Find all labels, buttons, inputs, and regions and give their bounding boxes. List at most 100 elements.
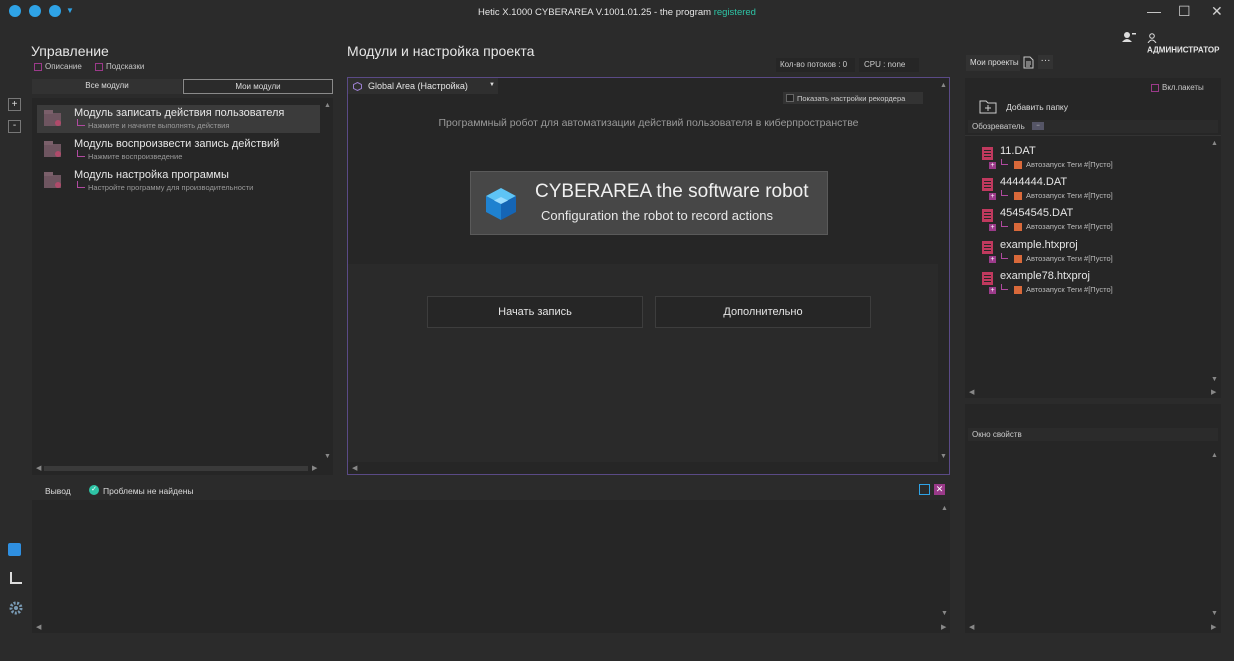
scroll-left-arrow[interactable]: ◀ (969, 389, 974, 396)
tree-branch (1001, 253, 1008, 259)
scroll-up-arrow[interactable]: ▲ (1211, 140, 1218, 147)
scroll-left-arrow[interactable]: ◀ (36, 624, 41, 631)
properties-header: Окно свойств (968, 428, 1218, 441)
project-name: 45454545.DAT (1000, 207, 1074, 219)
scroll-right-arrow[interactable]: ▶ (941, 624, 946, 631)
properties-label: Окно свойств (972, 430, 1022, 439)
threads-count: Кол-во потоков : 0 (776, 58, 855, 72)
scroll-right-arrow[interactable]: ▶ (312, 465, 317, 472)
add-folder-label: Добавить папку (1006, 101, 1068, 112)
scroll-right-arrow[interactable]: ▶ (1211, 624, 1216, 631)
zoom-out-button[interactable]: - (8, 120, 21, 133)
tree-branch (1001, 284, 1008, 290)
user-name: АДМИНИСТРАТОР (1147, 45, 1220, 55)
scroll-down-arrow[interactable]: ▼ (324, 453, 331, 460)
tab-all-modules[interactable]: Все модули (32, 79, 182, 94)
zoom-in-button[interactable]: + (8, 98, 21, 111)
tag-icon (1014, 223, 1022, 231)
center-title: Модули и настройка проекта (347, 43, 535, 59)
add-folder-button[interactable]: Добавить папку (979, 99, 1068, 114)
tab-my-projects[interactable]: Мои проекты (966, 55, 1020, 71)
tag-icon (1014, 286, 1022, 294)
tab-my-modules[interactable]: Мои модули (183, 79, 333, 94)
document-icon[interactable] (1023, 56, 1034, 72)
module-hint: Нажмите воспроизведение (88, 152, 183, 161)
properties-panel: Окно свойств ▲ ▼ ◀ ▶ (965, 404, 1221, 633)
banner-title: CYBERAREA the software robot (535, 181, 809, 202)
more-button[interactable]: Дополнительно (655, 296, 871, 328)
maximize-button[interactable]: ☐ (1178, 3, 1191, 20)
project-name: 4444444.DAT (1000, 176, 1068, 188)
module-title: Модуль воспроизвести запись действий (74, 138, 280, 150)
packages-option[interactable]: Вкл.пакеты (1151, 83, 1204, 92)
module-title: Модуль настройка программы (74, 169, 229, 181)
explorer-collapse-button[interactable]: − (1032, 122, 1044, 130)
user-settings-icon[interactable] (1122, 31, 1136, 46)
output-header: Вывод ✓ Проблемы не найдены ✕ (32, 480, 950, 500)
project-name: example78.htxproj (1000, 270, 1090, 282)
expand-button[interactable]: + (989, 256, 996, 263)
more-options-button[interactable]: ··· (1038, 55, 1053, 69)
scroll-up-arrow[interactable]: ▲ (1211, 452, 1218, 459)
horizontal-scrollbar[interactable] (44, 466, 308, 471)
user-account[interactable]: АДМИНИСТРАТОР (1147, 32, 1227, 56)
module-title: Модуль записать действия пользователя (74, 107, 285, 119)
option-description[interactable]: Описание (34, 62, 82, 71)
area-select[interactable]: Global Area (Настройка) ▼ (348, 78, 498, 94)
expand-button[interactable]: + (989, 224, 996, 231)
scroll-up-arrow[interactable]: ▲ (941, 505, 948, 512)
project-item[interactable]: 11.DAT + Автозапуск Теги #[Пусто] (980, 144, 1210, 174)
hints-checkbox[interactable] (95, 62, 103, 71)
file-icon (982, 241, 993, 254)
user-icon (1147, 33, 1157, 44)
cube-logo-icon (486, 188, 516, 220)
scroll-down-arrow[interactable]: ▼ (940, 453, 947, 460)
option-hints[interactable]: Подсказки (95, 62, 144, 71)
packages-checkbox[interactable] (1151, 83, 1159, 92)
project-item[interactable]: 4444444.DAT + Автозапуск Теги #[Пусто] (980, 175, 1210, 205)
terminal-icon[interactable] (919, 484, 930, 495)
project-name: example.htxproj (1000, 239, 1078, 251)
module-item-record[interactable]: Модуль записать действия пользователя На… (37, 105, 320, 133)
layers-icon[interactable] (8, 543, 21, 556)
scroll-up-arrow[interactable]: ▲ (940, 82, 947, 89)
show-recorder-option[interactable]: Показать настройки рекордера (783, 92, 923, 104)
project-item[interactable]: 45454545.DAT + Автозапуск Теги #[Пусто] (980, 206, 1210, 236)
expand-button[interactable]: + (989, 193, 996, 200)
close-button[interactable]: ✕ (1211, 3, 1223, 20)
scroll-left-arrow[interactable]: ◀ (352, 465, 357, 472)
expand-button[interactable]: + (989, 162, 996, 169)
project-tags: Автозапуск Теги #[Пусто] (1026, 191, 1113, 200)
hints-label: Подсказки (106, 62, 145, 71)
scroll-up-arrow[interactable]: ▲ (324, 102, 331, 109)
module-item-settings[interactable]: Модуль настройка программы Настройте про… (37, 167, 320, 195)
project-tags: Автозапуск Теги #[Пусто] (1026, 254, 1113, 263)
axis-icon[interactable] (8, 571, 24, 587)
scroll-down-arrow[interactable]: ▼ (1211, 610, 1218, 617)
scroll-left-arrow[interactable]: ◀ (36, 465, 41, 472)
module-item-playback[interactable]: Модуль воспроизвести запись действий Наж… (37, 136, 320, 164)
scroll-left-arrow[interactable]: ◀ (969, 624, 974, 631)
close-output-icon[interactable]: ✕ (934, 484, 945, 495)
scroll-down-arrow[interactable]: ▼ (941, 610, 948, 617)
scroll-down-arrow[interactable]: ▼ (1211, 376, 1218, 383)
start-recording-button[interactable]: Начать запись (427, 296, 643, 328)
cube-icon (353, 82, 362, 91)
expand-button[interactable]: + (989, 287, 996, 294)
window-title: Hetic X.1000 CYBERAREA V.1001.01.25 - th… (0, 7, 1234, 18)
file-icon (982, 178, 993, 191)
window-title-text: Hetic X.1000 CYBERAREA V.1001.01.25 - th… (478, 7, 712, 18)
scroll-right-arrow[interactable]: ▶ (1211, 389, 1216, 396)
tree-branch (1001, 190, 1008, 196)
minimize-button[interactable]: — (1147, 3, 1161, 19)
project-item[interactable]: example.htxproj + Автозапуск Теги #[Пуст… (980, 238, 1210, 268)
module-hint: Настройте программу для производительнос… (88, 183, 254, 192)
check-icon: ✓ (89, 485, 99, 495)
actions-area (348, 264, 938, 462)
tab-output[interactable]: Вывод (45, 486, 71, 496)
project-item[interactable]: example78.htxproj + Автозапуск Теги #[Пу… (980, 269, 1210, 299)
gear-icon[interactable] (8, 600, 24, 616)
show-recorder-checkbox[interactable] (786, 94, 794, 102)
description-checkbox[interactable] (34, 62, 42, 71)
file-icon (982, 209, 993, 222)
